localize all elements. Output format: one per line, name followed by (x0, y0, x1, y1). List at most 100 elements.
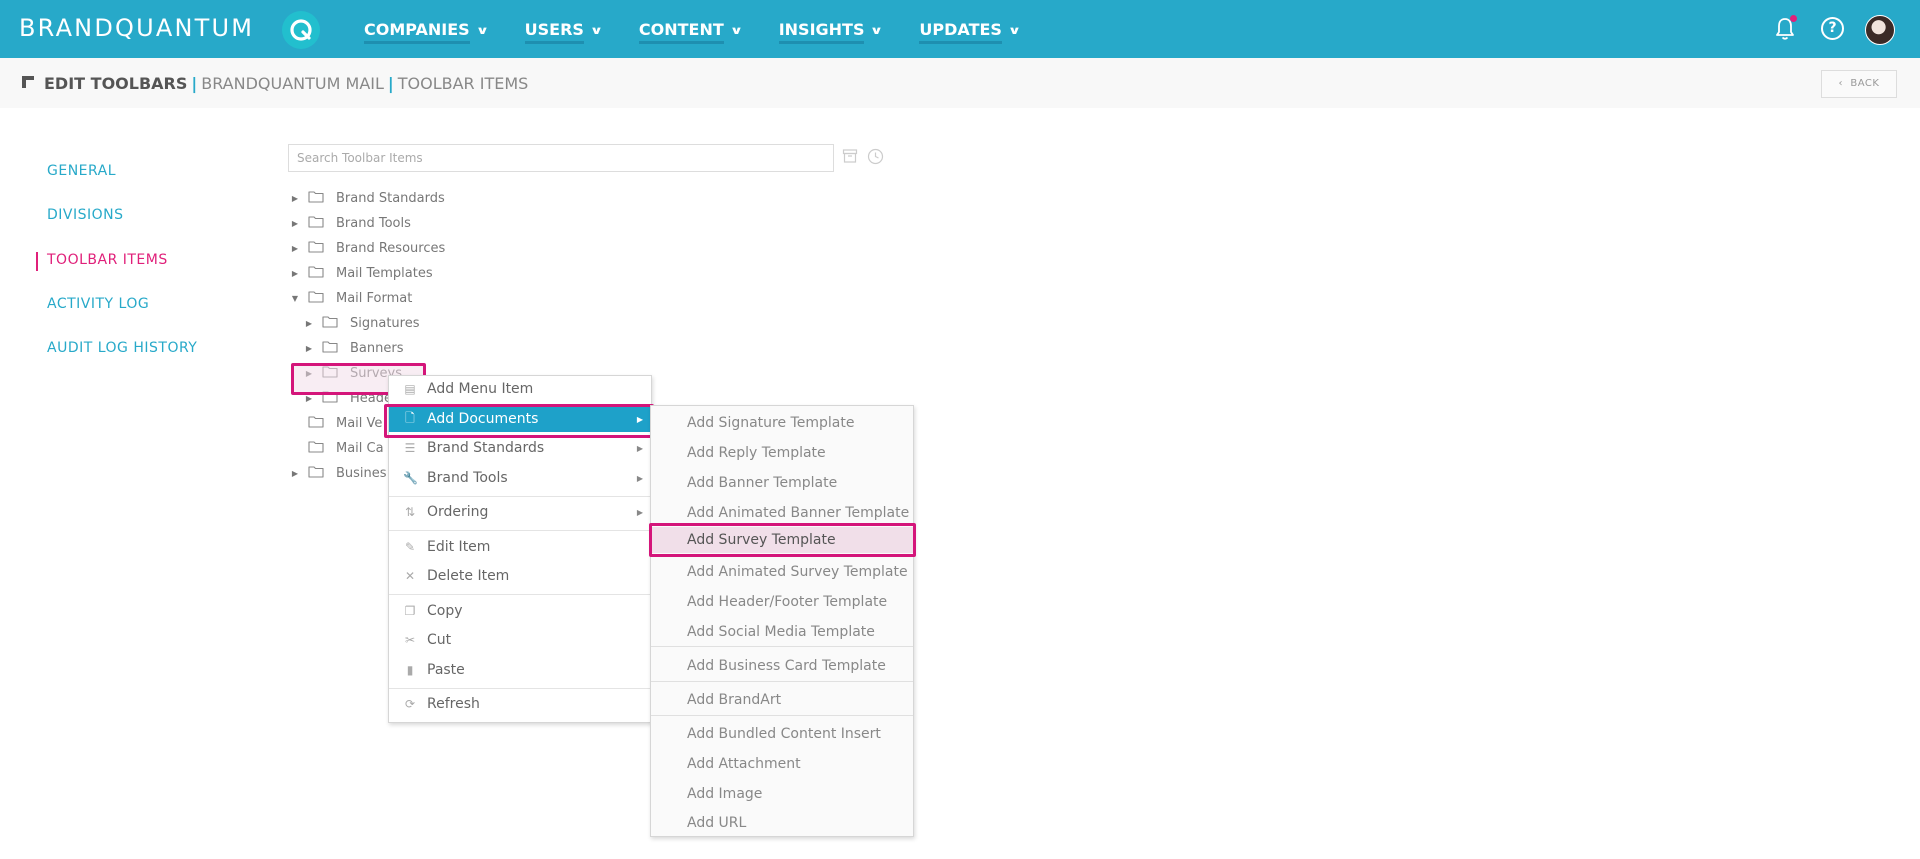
menu-item-add-menu-item[interactable]: ▤ Add Menu Item (389, 376, 651, 402)
submenu-item-add-header-footer-template[interactable]: Add Header/Footer Template (651, 589, 913, 615)
tree-item[interactable]: ▶ Brand Resources (290, 238, 445, 258)
menu-item-brand-standards[interactable]: ☰ Brand Standards ▶ (389, 435, 651, 461)
tree-item[interactable]: ▶ Busines (290, 463, 387, 483)
avatar[interactable] (1865, 15, 1895, 45)
sidebar-item-general[interactable]: GENERAL (47, 163, 116, 179)
page-title: EDIT TOOLBARS (44, 74, 188, 93)
menu-label: Copy (427, 603, 463, 619)
tree-item[interactable]: ▶ Signatures (304, 313, 420, 333)
submenu-item-add-banner-template[interactable]: Add Banner Template (651, 470, 913, 496)
sidebar-item-toolbar-items[interactable]: TOOLBAR ITEMS (47, 252, 168, 268)
submenu-item-add-social-media-template[interactable]: Add Social Media Template (651, 619, 913, 645)
tree-item-label: Brand Standards (336, 190, 445, 206)
menu-label: Add Menu Item (427, 381, 534, 397)
page-header: EDIT TOOLBARS | BRANDQUANTUM MAIL | TOOLBAR … (0, 58, 1920, 108)
main-nav: COMPANIES ∨ USERS ∨ CONTENT ∨ INSIGHTS ∨ UPD… (364, 0, 1057, 58)
tree-item[interactable]: Mail Ca (290, 438, 384, 458)
submenu-item-add-bundled-content-insert[interactable]: Add Bundled Content Insert (651, 721, 913, 747)
copy-icon: ❐ (404, 604, 416, 618)
menu-label: Delete Item (427, 568, 510, 584)
menu-item-refresh[interactable]: ⟳ Refresh (389, 691, 651, 717)
caret-right-icon[interactable]: ▶ (290, 244, 300, 253)
tree-item[interactable]: ▶ Banners (304, 338, 404, 358)
folder-icon (308, 415, 324, 432)
submenu-item-add-business-card-template[interactable]: Add Business Card Template (651, 653, 913, 679)
nav-updates[interactable]: UPDATES ∨ (919, 0, 1021, 58)
submenu-item-add-reply-template[interactable]: Add Reply Template (651, 440, 913, 466)
folder-icon (322, 315, 338, 332)
help-icon[interactable]: ? (1821, 17, 1844, 40)
folder-icon (308, 290, 324, 307)
sidebar-item-divisions[interactable]: DIVISIONS (47, 207, 124, 223)
archive-icon[interactable] (842, 148, 858, 164)
submenu-item-add-image[interactable]: Add Image (651, 781, 913, 807)
breadcrumb-item[interactable]: BRANDQUANTUM MAIL (201, 74, 384, 93)
nav-content[interactable]: CONTENT ∨ (638, 0, 743, 58)
caret-right-icon[interactable]: ▶ (304, 319, 314, 328)
submenu-item-add-url[interactable]: Add URL (651, 810, 913, 836)
search-input[interactable] (288, 144, 834, 172)
tree-item[interactable]: ▶ Brand Standards (290, 188, 445, 208)
tree-item[interactable]: Mail Ve (290, 413, 382, 433)
menu-item-copy[interactable]: ❐ Copy (389, 598, 651, 624)
submenu-item-add-signature-template[interactable]: Add Signature Template (651, 410, 913, 436)
tree-item-label: Busines (336, 465, 387, 481)
submenu-item-add-animated-survey-template[interactable]: Add Animated Survey Template (651, 559, 913, 585)
submenu-divider (651, 715, 913, 716)
nav-companies[interactable]: COMPANIES ∨ (364, 0, 489, 58)
tree-item-label: Banners (350, 340, 404, 356)
tree-item-label: Mail Ca (336, 440, 384, 456)
tree-item-label: Mail Ve (336, 415, 383, 431)
brand-name[interactable]: BRANDQUANTUM (19, 14, 254, 42)
sidebar-item-audit-log-history[interactable]: AUDIT LOG HISTORY (47, 340, 197, 356)
caret-right-icon[interactable]: ▶ (290, 269, 300, 278)
breadcrumb-separator: | (191, 74, 198, 93)
caret-down-icon[interactable]: ▼ (290, 294, 300, 303)
menu-item-cut[interactable]: ✂ Cut (389, 627, 651, 653)
notification-badge (1790, 15, 1797, 22)
menu-item-ordering[interactable]: ⇅ Ordering ▶ (389, 499, 651, 525)
tree-item[interactable]: ▶ Brand Tools (290, 213, 411, 233)
folder-icon (308, 190, 324, 207)
caret-right-icon[interactable]: ▶ (304, 344, 314, 353)
nav-users[interactable]: USERS ∨ (524, 0, 603, 58)
folder-icon (308, 465, 324, 482)
tree-item-label: Mail Templates (336, 265, 433, 281)
folder-icon (308, 240, 324, 257)
menu-label: Cut (427, 632, 452, 648)
nav-insights[interactable]: INSIGHTS ∨ (778, 0, 884, 58)
nav-label: COMPANIES (364, 15, 470, 44)
highlight-add-documents (384, 404, 654, 438)
sidebar-item-activity-log[interactable]: ACTIVITY LOG (47, 296, 149, 312)
menu-item-edit-item[interactable]: ✎ Edit Item (389, 534, 651, 560)
caret-right-icon[interactable]: ▶ (290, 219, 300, 228)
corner-icon (22, 76, 34, 88)
brand-logo-icon[interactable] (282, 11, 320, 49)
nav-label: INSIGHTS (778, 15, 865, 44)
add-documents-submenu: Add Signature Template Add Reply Templat… (650, 405, 914, 837)
submenu-divider (651, 681, 913, 682)
chevron-down-icon: ∨ (475, 23, 489, 37)
active-indicator (36, 252, 38, 271)
breadcrumb-separator: | (387, 74, 394, 93)
caret-right-icon[interactable]: ▶ (290, 194, 300, 203)
history-icon[interactable] (867, 148, 884, 165)
chevron-down-icon: ∨ (870, 23, 884, 37)
menu-divider (389, 594, 651, 595)
back-button[interactable]: ‹ BACK (1821, 70, 1897, 98)
menu-label: Edit Item (427, 539, 491, 555)
submenu-item-add-attachment[interactable]: Add Attachment (651, 751, 913, 777)
submenu-item-add-brandart[interactable]: Add BrandArt (651, 687, 913, 713)
menu-item-delete-item[interactable]: ✕ Delete Item (389, 563, 651, 589)
tree-item[interactable]: ▶ Mail Templates (290, 263, 433, 283)
tree-item-label: Brand Tools (336, 215, 411, 231)
tree-item[interactable]: ▼ Mail Format (290, 288, 412, 308)
breadcrumb-item[interactable]: TOOLBAR ITEMS (398, 74, 529, 93)
menu-item-brand-tools[interactable]: 🔧 Brand Tools ▶ (389, 465, 651, 491)
caret-right-icon[interactable]: ▶ (290, 469, 300, 478)
sort-icon: ⇅ (404, 505, 416, 519)
tree-item-label: Brand Resources (336, 240, 446, 256)
menu-label: Brand Tools (427, 470, 508, 486)
menu-item-paste[interactable]: ▮ Paste (389, 657, 651, 683)
clipboard-icon: ▮ (406, 663, 414, 677)
